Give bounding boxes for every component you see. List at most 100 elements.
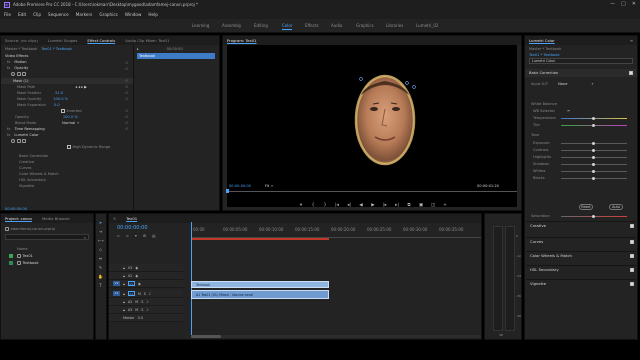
auto-button[interactable]: Auto xyxy=(609,204,623,210)
eye-icon[interactable]: ◉ xyxy=(135,266,138,270)
section-checkbox[interactable] xyxy=(630,224,634,228)
step-back-button[interactable]: ◂| xyxy=(346,203,352,209)
timeline-ruler[interactable]: 00:00 00:00:05:00 00:00:10:00 00:00:15:0… xyxy=(191,224,481,238)
chevron-down-icon[interactable]: ▾ xyxy=(77,121,79,125)
hdr-checkbox[interactable] xyxy=(67,145,71,149)
lock-icon[interactable]: 🔒︎ xyxy=(123,282,125,286)
ec-mask-expansion-val[interactable]: 0.0 xyxy=(54,103,60,107)
maximize-button[interactable]: □ xyxy=(621,1,626,7)
ec-motion[interactable]: Motion xyxy=(14,60,26,64)
pen-tool-icon[interactable]: ✎ xyxy=(98,265,103,270)
ec-play-icon[interactable]: ▸ xyxy=(137,47,139,51)
workspace-libraries[interactable]: Libraries xyxy=(386,23,403,28)
ec-creative[interactable]: Creative xyxy=(19,160,34,164)
step-forward-button[interactable]: |▸ xyxy=(382,203,388,209)
basic-correction-checkbox[interactable] xyxy=(629,71,633,75)
ec-curves[interactable]: Curves xyxy=(19,166,31,170)
ec-clip-label[interactable]: Tex01 * Textbook xyxy=(41,47,72,51)
workspace-learning[interactable]: Learning xyxy=(192,23,209,28)
mark-out-button[interactable]: } xyxy=(322,203,328,209)
mic-icon[interactable]: ♪ xyxy=(146,308,148,312)
workspace-lumetri02[interactable]: Lumetri_02 xyxy=(416,23,438,28)
ec-master-label[interactable]: Master * Textbook xyxy=(5,47,37,51)
compare-button[interactable]: ◫ xyxy=(430,203,436,209)
add-marker-icon[interactable]: ▾ xyxy=(135,234,137,238)
workspace-audio[interactable]: Audio xyxy=(331,23,342,28)
tab-source[interactable]: Source: (no clips) xyxy=(5,38,38,43)
shadows-slider[interactable] xyxy=(561,163,627,166)
ec-lumetri[interactable]: Lumetri Color xyxy=(14,133,38,137)
exposure-slider[interactable] xyxy=(561,142,627,145)
section-checkbox[interactable] xyxy=(630,268,634,272)
lock-icon[interactable]: 🔒︎ xyxy=(123,266,125,270)
menu-file[interactable]: File xyxy=(4,12,11,17)
button-editor-button[interactable]: + xyxy=(442,203,448,209)
linked-selection-icon[interactable]: ∞ xyxy=(126,234,129,238)
ec-hsl[interactable]: HSL Secondary xyxy=(19,178,46,182)
ellipse-mask-icon[interactable] xyxy=(11,72,15,76)
menu-help[interactable]: Help xyxy=(148,12,158,17)
menu-clip[interactable]: Clip xyxy=(33,12,41,17)
contrast-slider[interactable] xyxy=(561,149,627,152)
timeline-scroll-thumb[interactable] xyxy=(191,335,221,338)
go-to-in-button[interactable]: |◂ xyxy=(334,203,340,209)
master-value[interactable]: 0.0 xyxy=(138,316,143,320)
ec-timecode-bottom[interactable]: 00:00:00:00 xyxy=(5,207,27,210)
track-header-a1[interactable]: A1 🔒︎ A1 M S ♪ xyxy=(109,290,183,298)
track-header-v2[interactable]: 🔒︎ V2 ◉ xyxy=(109,272,183,280)
close-button[interactable]: ✕ xyxy=(632,1,636,7)
ec-basic[interactable]: Basic Correction xyxy=(19,154,48,158)
lock-icon[interactable]: 🔒︎ xyxy=(123,300,125,304)
go-to-out-button[interactable]: ▸| xyxy=(394,203,400,209)
menu-markers[interactable]: Markers xyxy=(76,12,93,17)
ec-blend-val[interactable]: Normal xyxy=(62,121,75,125)
project-item-tex01[interactable]: Tex01 xyxy=(23,254,33,258)
highlights-slider[interactable] xyxy=(561,156,627,159)
reset-icon[interactable]: ↺ xyxy=(125,126,131,132)
rectangle-mask-icon[interactable] xyxy=(16,72,21,76)
track-header-v1[interactable]: V1 🔒︎ V1 ◉ xyxy=(109,280,183,288)
selection-tool-icon[interactable]: ➤ xyxy=(98,220,103,225)
tab-sequence[interactable]: Tex01 xyxy=(126,216,137,221)
chevron-down-icon[interactable]: ▾ xyxy=(592,82,594,86)
workspace-assembly[interactable]: Assembly xyxy=(222,23,241,28)
mic-icon[interactable]: ♪ xyxy=(149,292,151,296)
mask-tracking-controls[interactable]: ◂ ◂ ▸ ▶ xyxy=(75,85,87,89)
ec-clip-bar[interactable]: Textbook xyxy=(137,53,215,59)
lumetri-section-creative[interactable]: Creative xyxy=(526,221,636,229)
ripple-edit-tool-icon[interactable]: ⟷ xyxy=(98,238,104,243)
tab-lumetri-color[interactable]: Lumetri Color xyxy=(529,38,555,43)
project-item-textbook[interactable]: Textbook xyxy=(23,261,39,265)
close-icon[interactable]: ✕ xyxy=(113,216,116,221)
ec-wheels[interactable]: Color Wheels & Match xyxy=(19,172,59,176)
program-timecode[interactable]: 00:00:00:00 xyxy=(229,184,251,188)
lumetri-section-curves[interactable]: Curves xyxy=(526,237,636,245)
razor-tool-icon[interactable]: ◇ xyxy=(98,247,103,252)
lock-icon[interactable]: 🔒︎ xyxy=(123,308,125,312)
clip-tex01[interactable]: A1 Tex01 (V1) Mixed - Volume Level xyxy=(191,290,329,299)
tab-audio-clip-mixer[interactable]: Audio Clip Mixer: Tex01 xyxy=(125,38,169,43)
panel-menu-icon[interactable]: ≡ xyxy=(630,38,633,43)
play-button[interactable]: ▶ xyxy=(370,203,376,209)
lumetri-section-wheels[interactable]: Color Wheels & Match xyxy=(526,251,636,259)
workspace-effects[interactable]: Effects xyxy=(305,23,319,28)
menu-edit[interactable]: Edit xyxy=(18,12,26,17)
ec-mask-opacity-val[interactable]: 100.0 % xyxy=(53,97,68,101)
menu-window[interactable]: Window xyxy=(125,12,142,17)
program-playhead[interactable] xyxy=(226,189,229,193)
track-header-a2[interactable]: 🔒︎ A2 M S ♪ xyxy=(109,298,183,306)
lumetri-section-hsl[interactable]: HSL Secondary xyxy=(526,265,636,273)
fx-toggle-icon[interactable]: fx xyxy=(7,66,10,70)
section-checkbox[interactable] xyxy=(630,254,634,258)
whites-slider[interactable] xyxy=(561,170,627,173)
wrench-icon[interactable]: ⚙ xyxy=(143,234,146,238)
export-frame-button[interactable]: ▣ xyxy=(418,203,424,209)
tab-media-browser[interactable]: Media Browser xyxy=(42,216,70,221)
rectangle-mask-icon[interactable] xyxy=(16,139,21,143)
lock-icon[interactable]: 🔒︎ xyxy=(123,292,125,296)
section-checkbox[interactable] xyxy=(630,240,634,244)
section-checkbox[interactable] xyxy=(630,282,634,286)
eye-icon[interactable]: ◉ xyxy=(135,274,138,278)
lift-button[interactable]: ⧉ xyxy=(406,203,412,209)
mark-in-button[interactable]: { xyxy=(310,203,316,209)
